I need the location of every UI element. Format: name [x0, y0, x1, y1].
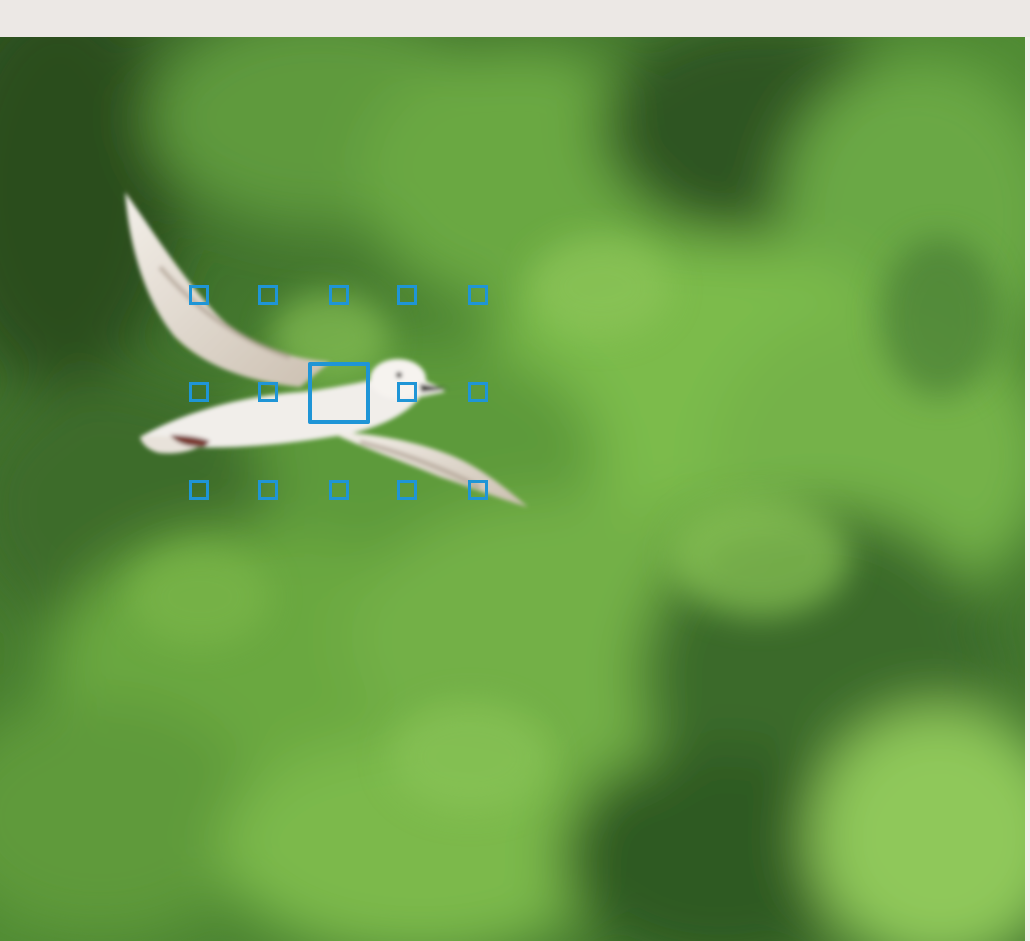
- af-point-r2c2: [258, 382, 278, 402]
- af-point-r2c4: [397, 382, 417, 402]
- af-point-r3c4: [397, 480, 417, 500]
- af-point-r1c5: [468, 285, 488, 305]
- af-point-r1c1: [189, 285, 209, 305]
- af-point-r3c1: [189, 480, 209, 500]
- viewfinder-frame: [0, 0, 1030, 941]
- af-point-r2c5: [468, 382, 488, 402]
- photo-viewport: [0, 37, 1025, 941]
- right-border: [1025, 37, 1030, 941]
- af-point-center-active: [308, 362, 370, 424]
- af-point-r3c5: [468, 480, 488, 500]
- af-point-r3c3: [329, 480, 349, 500]
- af-point-r1c4: [397, 285, 417, 305]
- af-point-r1c2: [258, 285, 278, 305]
- af-point-r2c1: [189, 382, 209, 402]
- foliage-background: [0, 37, 1025, 941]
- top-border: [0, 0, 1030, 37]
- af-point-r3c2: [258, 480, 278, 500]
- scene-svg: [0, 37, 1025, 941]
- af-point-r1c3: [329, 285, 349, 305]
